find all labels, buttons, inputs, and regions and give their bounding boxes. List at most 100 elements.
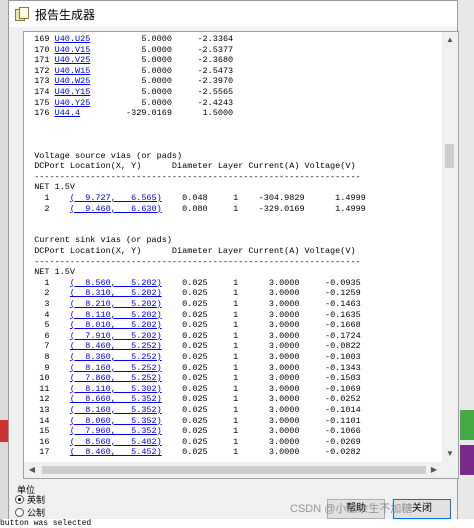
report-line: 12 ( 8.660, 5.352) 0.025 1 3.0000 -0.025… xyxy=(24,394,442,405)
report-line-text: 7 xyxy=(24,341,70,352)
report-link[interactable]: ( 8.160, 5.352) xyxy=(70,405,162,415)
report-line-text: 174 xyxy=(24,87,55,97)
radio-unselected-icon[interactable] xyxy=(15,507,24,517)
report-link[interactable]: ( 8.010, 5.202) xyxy=(70,320,162,330)
report-link[interactable]: ( 8.110, 5.302) xyxy=(70,384,162,394)
status-text: button was selected xyxy=(0,519,474,528)
radio-selected-icon[interactable] xyxy=(15,494,24,504)
report-line: 3 ( 8.210, 5.202) 0.025 1 3.0000 -0.1463 xyxy=(24,299,442,310)
background-mark xyxy=(460,410,474,440)
report-line-text: 4 xyxy=(24,309,70,320)
report-line-text: 12 xyxy=(24,394,70,405)
horizontal-scroll-thumb[interactable] xyxy=(42,466,426,474)
report-line: 10 ( 7.860, 5.252) 0.025 1 3.0000 -0.150… xyxy=(24,373,442,384)
report-line: 16 ( 8.560, 5.402) 0.025 1 3.0000 -0.026… xyxy=(24,437,442,448)
report-line-values: 5.0000 -2.5565 xyxy=(90,87,234,97)
report-line-text: 1 xyxy=(24,277,70,288)
report-link[interactable]: ( 7.960, 5.352) xyxy=(70,426,162,436)
report-link[interactable]: U44.4 xyxy=(55,108,81,118)
report-line-text: Current sink vias (or pads) xyxy=(24,235,172,246)
report-line: 4 ( 8.110, 5.202) 0.025 1 3.0000 -0.1635 xyxy=(24,310,442,321)
report-line: 2 ( 8.310, 5.202) 0.025 1 3.0000 -0.1259 xyxy=(24,288,442,299)
background-mark xyxy=(460,445,474,475)
report-line: NET 1.5V xyxy=(24,182,442,193)
report-line-text: 8 xyxy=(24,352,70,362)
report-link[interactable]: U40.Y15 xyxy=(55,87,91,97)
report-link[interactable]: U40.W25 xyxy=(55,76,91,86)
scrollbar-corner xyxy=(442,462,458,478)
units-option-metric[interactable]: 公制 xyxy=(15,506,45,518)
report-line: 17 ( 8.460, 5.452) 0.025 1 3.0000 -0.028… xyxy=(24,447,442,458)
report-line-values: 0.025 1 3.0000 -0.1724 xyxy=(161,330,361,341)
report-link[interactable]: ( 8.060, 5.352) xyxy=(70,416,162,426)
report-line-values: 0.025 1 3.0000 -0.0269 xyxy=(161,436,361,447)
report-line-text: 17 xyxy=(24,447,70,458)
report-link[interactable]: ( 8.560, 5.402) xyxy=(70,437,162,447)
report-link[interactable]: ( 8.310, 5.202) xyxy=(70,288,162,298)
report-line-values: 5.0000 -2.3680 xyxy=(90,55,234,66)
report-line-text: 2 xyxy=(24,288,70,299)
report-line-values: 0.025 1 3.0000 -0.0282 xyxy=(161,447,361,458)
report-line: 174 U40.Y15 5.0000 -2.5565 xyxy=(24,87,442,98)
report-link[interactable]: U40.W15 xyxy=(55,66,91,76)
scroll-right-icon[interactable]: ▶ xyxy=(426,462,442,478)
report-line-values: 5.0000 -2.5473 xyxy=(90,65,234,76)
units-option-imperial[interactable]: 英制 xyxy=(15,493,45,505)
report-line-values: 5.0000 -2.4243 xyxy=(90,97,234,108)
report-line: NET 1.5V xyxy=(24,267,442,278)
report-link[interactable]: U40.Y25 xyxy=(55,98,91,108)
report-link[interactable]: U40.V15 xyxy=(55,45,91,55)
report-link[interactable]: ( 8.460, 5.452) xyxy=(70,447,162,457)
report-link[interactable]: ( 9.727, 6.565) xyxy=(70,193,162,203)
report-line-text: 2 xyxy=(24,203,70,214)
report-line-values: 0.025 1 3.0000 -0.1259 xyxy=(161,288,361,299)
report-link[interactable]: ( 9.460, 6.630) xyxy=(70,204,162,214)
units-option-label: 英制 xyxy=(27,494,46,505)
report-link[interactable]: U40.U25 xyxy=(55,34,91,44)
title-bar[interactable]: 报告生成器 xyxy=(9,1,457,27)
report-line-values: 0.025 1 3.0000 -0.1101 xyxy=(161,415,361,426)
report-line: ----------------------------------------… xyxy=(24,172,442,183)
scroll-left-icon[interactable]: ◀ xyxy=(24,462,40,478)
vertical-scrollbar[interactable]: ▲ ▼ xyxy=(442,32,458,462)
report-link[interactable]: U40.V25 xyxy=(55,55,91,65)
report-line-text: 172 xyxy=(24,65,55,76)
report-line-values: 0.025 1 3.0000 -0.1069 xyxy=(161,383,361,394)
report-line-text: 13 xyxy=(24,405,70,415)
report-line-text: 15 xyxy=(24,426,70,437)
horizontal-scrollbar[interactable]: ◀ ▶ xyxy=(24,462,442,478)
report-line: 171 U40.V25 5.0000 -2.3680 xyxy=(24,55,442,66)
report-link[interactable]: ( 8.160, 5.252) xyxy=(70,363,162,373)
report-line-values: 0.025 1 3.0000 -0.0252 xyxy=(161,394,361,405)
report-line-values: 5.0000 -2.3970 xyxy=(90,76,234,87)
report-link[interactable]: ( 7.910, 5.202) xyxy=(70,331,162,341)
report-line: 172 U40.W15 5.0000 -2.5473 xyxy=(24,66,442,77)
report-line: Voltage source vias (or pads) xyxy=(24,151,442,162)
report-text-area[interactable]: 169 U40.U25 5.0000 -2.3364 170 U40.V15 5… xyxy=(23,31,459,479)
report-line xyxy=(24,140,442,151)
report-line-text: DCPort Location(X, Y) Diameter Layer Cur… xyxy=(24,161,356,172)
report-link[interactable]: ( 8.460, 5.252) xyxy=(70,341,162,351)
background-left xyxy=(0,0,8,528)
vertical-scroll-thumb[interactable] xyxy=(445,144,454,168)
report-line-values: 0.025 1 3.0000 -0.1635 xyxy=(161,309,361,320)
report-line-text: 14 xyxy=(24,415,70,426)
report-line-values: 0.025 1 3.0000 -0.1343 xyxy=(161,362,361,373)
report-line: DCPort Location(X, Y) Diameter Layer Cur… xyxy=(24,161,442,172)
report-link[interactable]: ( 8.210, 5.202) xyxy=(70,299,162,309)
scroll-down-icon[interactable]: ▼ xyxy=(442,446,458,462)
scroll-up-icon[interactable]: ▲ xyxy=(442,32,458,48)
report-line-text: NET 1.5V xyxy=(24,182,76,193)
report-link[interactable]: ( 8.360, 5.252) xyxy=(70,352,162,362)
report-line: 9 ( 8.160, 5.252) 0.025 1 3.0000 -0.1343 xyxy=(24,363,442,374)
report-line-values: 0.080 1 -329.0169 1.4999 xyxy=(161,203,366,214)
report-line-text: ----------------------------------------… xyxy=(24,171,361,182)
report-line: 13 ( 8.160, 5.352) 0.025 1 3.0000 -0.101… xyxy=(24,405,442,416)
report-line: 2 ( 9.460, 6.630) 0.080 1 -329.0169 1.49… xyxy=(24,204,442,215)
report-line-values: 5.0000 -2.5377 xyxy=(90,44,234,55)
report-link[interactable]: ( 8.110, 5.202) xyxy=(70,310,162,320)
report-link[interactable]: ( 8.560, 5.202) xyxy=(70,278,162,288)
report-link[interactable]: ( 7.860, 5.252) xyxy=(70,373,162,383)
report-line xyxy=(24,214,442,225)
report-link[interactable]: ( 8.660, 5.352) xyxy=(70,394,162,404)
